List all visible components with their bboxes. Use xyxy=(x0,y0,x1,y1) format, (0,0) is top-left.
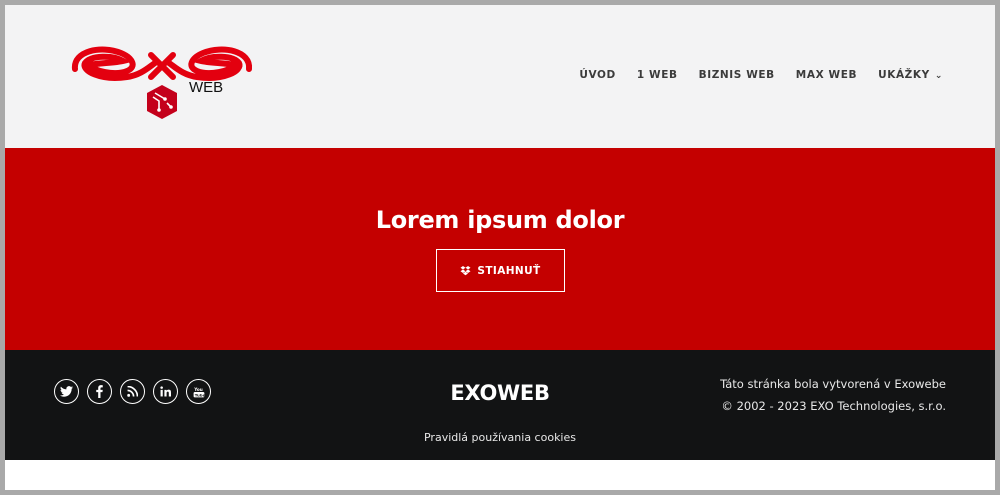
bottom-strip xyxy=(5,460,995,490)
nav-item-label: MAX WEB xyxy=(795,69,858,81)
download-button-label: STIAHNUŤ xyxy=(477,264,541,277)
credit-line-1: Táto stránka bola vytvorená v Exowebe xyxy=(720,377,946,391)
nav-item-uvod[interactable]: ÚVOD xyxy=(579,69,616,81)
site-footer: You Tube EXOWEB Pravidlá používania cooki… xyxy=(5,350,995,460)
dropbox-icon xyxy=(460,265,471,276)
cookies-policy-link[interactable]: Pravidlá používania cookies xyxy=(5,431,995,444)
footer-credits: Táto stránka bola vytvorená v Exowebe © … xyxy=(720,373,946,417)
page-frame: WEB ÚVOD 1 WEB BIZNIS WEB MAX WEB UKÁŽKY… xyxy=(5,5,995,490)
exoweb-logo[interactable]: WEB xyxy=(71,41,253,123)
logo-text: WEB xyxy=(189,79,224,96)
copyright: © 2002 - 2023 EXO Technologies, s.r.o. xyxy=(721,399,946,413)
nav-item-biznis-web[interactable]: BIZNIS WEB xyxy=(699,69,775,81)
chevron-down-icon: ⌄ xyxy=(934,70,943,81)
nav-item-max-web[interactable]: MAX WEB xyxy=(796,69,857,81)
hero-section: Lorem ipsum dolor STIAHNUŤ xyxy=(5,148,995,350)
nav-item-label: BIZNIS WEB xyxy=(698,69,775,81)
site-header: WEB ÚVOD 1 WEB BIZNIS WEB MAX WEB UKÁŽKY… xyxy=(5,5,995,148)
hero-title: Lorem ipsum dolor xyxy=(375,206,625,234)
nav-item-1-web[interactable]: 1 WEB xyxy=(637,69,678,81)
nav-item-label: ÚVOD xyxy=(579,69,616,81)
nav-item-label: 1 WEB xyxy=(636,69,678,81)
download-button[interactable]: STIAHNUŤ xyxy=(436,249,565,292)
main-nav: ÚVOD 1 WEB BIZNIS WEB MAX WEB UKÁŽKY ⌄ xyxy=(558,69,943,81)
nav-item-label: UKÁŽKY xyxy=(878,69,930,81)
nav-item-ukazky[interactable]: UKÁŽKY ⌄ xyxy=(878,69,943,81)
